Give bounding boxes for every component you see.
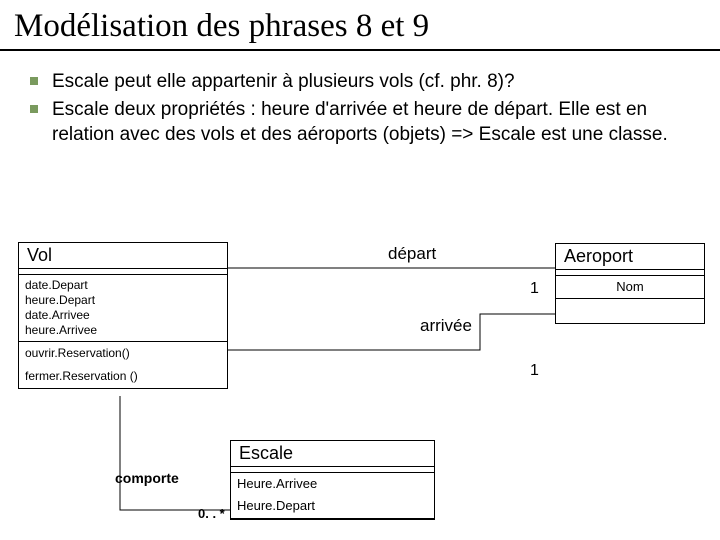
class-aeroport-ops xyxy=(556,299,704,323)
attr: Heure.Arrivee xyxy=(237,476,428,492)
attr: heure.Depart xyxy=(25,293,221,308)
assoc-comporte-label: comporte xyxy=(115,470,179,486)
mult-1-bottom: 1 xyxy=(530,362,539,380)
attr: date.Arrivee xyxy=(25,308,221,323)
class-vol-ops: ouvrir.Reservation() fermer.Reservation … xyxy=(19,342,227,388)
assoc-depart-label: départ xyxy=(388,244,436,264)
class-vol-name: Vol xyxy=(19,243,227,269)
mult-1-top: 1 xyxy=(530,280,539,298)
class-aeroport-attrs: Nom xyxy=(556,276,704,299)
bullet-item: Escale peut elle appartenir à plusieurs … xyxy=(52,69,700,95)
mult-many: 0. . * xyxy=(198,506,225,521)
class-escale-name: Escale xyxy=(231,441,434,467)
class-aeroport: Aeroport Nom xyxy=(555,243,705,324)
class-escale-attrs: Heure.Arrivee Heure.Depart xyxy=(231,473,434,519)
slide-title: Modélisation des phrases 8 et 9 xyxy=(0,0,720,51)
class-vol: Vol date.Depart heure.Depart date.Arrive… xyxy=(18,242,228,389)
assoc-arrivee-label: arrivée xyxy=(420,316,472,336)
attr: heure.Arrivee xyxy=(25,323,221,338)
op: ouvrir.Reservation() xyxy=(25,345,221,362)
attr: Nom xyxy=(562,279,698,295)
class-escale: Escale Heure.Arrivee Heure.Depart xyxy=(230,440,435,520)
op: fermer.Reservation () xyxy=(25,368,221,385)
class-vol-attrs: date.Depart heure.Depart date.Arrivee he… xyxy=(19,275,227,342)
attr: Heure.Depart xyxy=(237,498,428,514)
attr: date.Depart xyxy=(25,278,221,293)
bullet-item: Escale deux propriétés : heure d'arrivée… xyxy=(52,97,700,148)
class-aeroport-name: Aeroport xyxy=(556,244,704,270)
bullet-list: Escale peut elle appartenir à plusieurs … xyxy=(0,69,720,148)
